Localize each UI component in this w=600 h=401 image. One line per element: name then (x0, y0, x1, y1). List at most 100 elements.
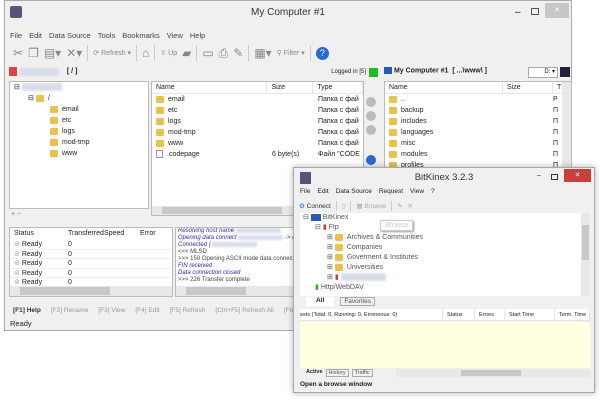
file-row[interactable]: emailПапка с фай (152, 94, 363, 105)
menu-data-source[interactable]: Data Source (336, 188, 372, 195)
file-row[interactable]: miscП (385, 138, 571, 149)
menu-help[interactable]: ? (431, 188, 435, 195)
edit-icon[interactable]: ✎ (233, 46, 243, 60)
fkey-help[interactable]: [F1] Help (13, 307, 41, 314)
file-row[interactable]: wwwПапка с фай (152, 138, 363, 149)
tree-add-remove[interactable]: + − (11, 211, 21, 218)
horizontal-scrollbar[interactable] (396, 369, 590, 377)
menu-edit[interactable]: Edit (29, 31, 42, 40)
file-row[interactable]: mod-tmpПапка с фай (152, 127, 363, 138)
file-row[interactable]: backupП (385, 105, 571, 116)
tree-item[interactable]: ⊞ Companies (300, 243, 590, 253)
view-icon[interactable]: ▦▾ (254, 46, 271, 60)
delete-icon[interactable]: ✕▾ (66, 46, 82, 60)
tab-favorites[interactable]: Favorites (340, 297, 375, 306)
transfer-row[interactable]: ⊘ Ready0 (10, 269, 172, 279)
tab-active[interactable]: Active (306, 369, 323, 377)
file-row[interactable]: .codepage6 byte(s)Файл "CODE (152, 149, 363, 160)
fkey-edit[interactable]: [F4] Edit (135, 307, 159, 314)
tree-item-ftp[interactable]: ⊟ ▮ Ftp (300, 223, 590, 233)
drive-select[interactable]: D: ▾ (528, 67, 558, 78)
file-icon (156, 150, 163, 158)
menu-file[interactable]: File (300, 188, 310, 195)
col-type[interactable]: Type (313, 82, 363, 93)
home-icon[interactable]: ⌂ (142, 46, 149, 60)
col-name[interactable]: Name (152, 82, 267, 93)
tree-item-bitkinex[interactable]: ⊟ BitKinex (300, 213, 590, 223)
maximize-button[interactable] (531, 8, 539, 15)
up-button[interactable]: ⇧ Up (160, 49, 177, 57)
menu-help[interactable]: Help (190, 31, 205, 40)
tab-all[interactable]: All (306, 297, 334, 306)
close-button[interactable]: ✕ (545, 3, 569, 18)
transfer-row[interactable]: ⊘ Ready0 (10, 250, 172, 260)
refresh-button[interactable]: ⟳ Refresh ▾ (93, 49, 131, 57)
drive-icon[interactable]: ▭ (202, 46, 213, 60)
tab-history[interactable]: History (326, 369, 349, 377)
file-row[interactable]: etcПапка с фай (152, 105, 363, 116)
horizontal-scrollbar[interactable] (10, 286, 172, 296)
tree-item[interactable]: mod-tmp (10, 137, 148, 148)
delete-icon[interactable]: ✕ (408, 202, 413, 210)
cut-icon[interactable]: ✂ (13, 46, 23, 60)
col-size[interactable]: Size (503, 82, 553, 93)
maximize-button[interactable] (551, 174, 558, 180)
horizontal-scrollbar[interactable] (176, 286, 304, 296)
menu-bookmarks[interactable]: Bookmarks (122, 31, 160, 40)
tree-item[interactable]: ⊞ Goverment & Institutes (300, 253, 590, 263)
fkey-view[interactable]: [F3] View (98, 307, 125, 314)
col-name[interactable]: Name (385, 82, 503, 93)
tree-item[interactable]: email (10, 104, 148, 115)
folder-icon (389, 140, 397, 147)
paste-icon[interactable]: ▤▾ (44, 46, 61, 60)
menu-tools[interactable]: Tools (98, 31, 116, 40)
tree-item[interactable]: logs (10, 126, 148, 137)
minimize-button[interactable]: – (537, 172, 541, 179)
new-icon[interactable]: ▯ (342, 202, 346, 210)
tab-traffic[interactable]: Traffic (352, 369, 373, 377)
file-row[interactable]: ..P (385, 94, 571, 105)
fkey-rename[interactable]: [F2] Rename (51, 307, 89, 314)
minimize-button[interactable]: – (515, 7, 521, 18)
sync-icon[interactable] (366, 111, 376, 121)
col-size[interactable]: Size (267, 82, 313, 93)
browse-button[interactable]: ▦ Browse (356, 202, 386, 210)
console-icon[interactable] (560, 67, 570, 77)
transfer-row[interactable]: ⊘ Ready0 (10, 240, 172, 250)
copy-icon[interactable]: ❐ (28, 46, 39, 60)
file-row[interactable]: languagesП (385, 127, 571, 138)
properties-icon[interactable]: ✎ (397, 202, 402, 210)
menu-file[interactable]: File (10, 31, 22, 40)
menu-edit[interactable]: Edit (317, 188, 328, 195)
tree-item[interactable]: www (10, 148, 148, 159)
file-row[interactable]: includesП (385, 116, 571, 127)
browse-tooltip: Browse (380, 220, 413, 231)
transfer-row[interactable]: ⊘ Ready0 (10, 259, 172, 269)
tree-item[interactable]: etc (10, 115, 148, 126)
close-button[interactable]: ✕ (564, 169, 591, 182)
filter-button[interactable]: ⚲ Filter ▾ (277, 49, 305, 57)
toolbar: ⚙ Connect ▯ ▦ Browse ✎ ✕ (299, 200, 413, 212)
tree-item[interactable]: ⊞ Archives & Communities (300, 233, 590, 243)
tree-item-root[interactable]: ⊟ / (10, 93, 148, 104)
menu-request[interactable]: Request (379, 188, 403, 195)
tree-item-http[interactable]: ▮ Http/WebDAV (300, 283, 590, 293)
folder-icon (156, 140, 164, 147)
menu-data-source[interactable]: Data Source (49, 31, 91, 40)
menu-view[interactable]: View (167, 31, 183, 40)
connect-button[interactable]: ⚙ Connect (299, 202, 331, 210)
vertical-scrollbar[interactable] (581, 213, 590, 296)
file-row[interactable]: logsПапка с фай (152, 116, 363, 127)
print-icon[interactable]: ⎙ (219, 46, 229, 61)
menu-view[interactable]: View (410, 188, 424, 195)
copy-right-icon[interactable] (366, 97, 376, 107)
tree-item[interactable]: ⊞ ▮ (300, 273, 590, 283)
settings-icon[interactable] (366, 155, 376, 165)
tree-item[interactable]: ⊞ Universities (300, 263, 590, 273)
help-icon[interactable]: ? (316, 47, 329, 60)
copy-left-icon[interactable] (366, 125, 376, 135)
fkey-refresh[interactable]: [F5] Refresh (170, 307, 206, 314)
fkey-refresh-all[interactable]: [Ctrl+F5] Refresh All (215, 307, 273, 314)
folder-icon[interactable]: ▰ (182, 46, 191, 60)
file-row[interactable]: modulesП (385, 149, 571, 160)
